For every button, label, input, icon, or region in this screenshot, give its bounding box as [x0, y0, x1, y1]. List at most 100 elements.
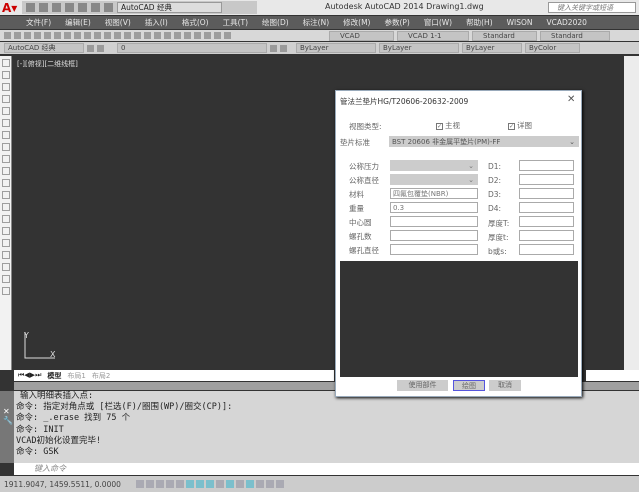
- lineweight-combo[interactable]: ByLayer: [462, 43, 522, 53]
- menu-file[interactable]: 文件(F): [26, 17, 51, 28]
- ortho-icon[interactable]: [166, 480, 174, 488]
- wrench-icon[interactable]: 🔧: [0, 416, 14, 425]
- design-center-icon[interactable]: [174, 32, 181, 39]
- tab-model[interactable]: 模型: [47, 371, 61, 381]
- workspace-combo[interactable]: AutoCAD 经典: [4, 43, 84, 53]
- settings-icon[interactable]: [87, 44, 94, 52]
- dim-style-select[interactable]: VCAD 1-1: [397, 30, 469, 41]
- save-icon[interactable]: [52, 3, 61, 12]
- menu-help[interactable]: 帮助(H): [466, 17, 493, 28]
- redo-icon[interactable]: [114, 32, 121, 39]
- text-style-select[interactable]: VCAD: [329, 30, 394, 41]
- customize-icon[interactable]: [97, 44, 104, 52]
- sc-icon[interactable]: [266, 480, 274, 488]
- open-icon[interactable]: [39, 3, 48, 12]
- osnap-icon[interactable]: [186, 480, 194, 488]
- menu-dimension[interactable]: 标注(N): [303, 17, 329, 28]
- weight-field[interactable]: 0.3: [390, 202, 478, 213]
- zoom-previous-icon[interactable]: [154, 32, 161, 39]
- polyline-icon[interactable]: [2, 83, 10, 91]
- d3-field[interactable]: [519, 188, 574, 199]
- circle-icon[interactable]: [2, 131, 10, 139]
- preview-icon[interactable]: [44, 32, 51, 39]
- detail-view-checkbox[interactable]: ✓ 详图: [508, 120, 532, 131]
- undo-icon[interactable]: [104, 32, 111, 39]
- pan-icon[interactable]: [124, 32, 131, 39]
- copy-icon[interactable]: [74, 32, 81, 39]
- redo-icon[interactable]: [104, 3, 113, 12]
- linetype-combo[interactable]: ByLayer: [379, 43, 459, 53]
- d4-field[interactable]: [519, 202, 574, 213]
- thickness-t-field[interactable]: [519, 216, 574, 227]
- ducs-icon[interactable]: [216, 480, 224, 488]
- ellipse-arc-icon[interactable]: [2, 179, 10, 187]
- paste-icon[interactable]: [84, 32, 91, 39]
- construction-line-icon[interactable]: [2, 71, 10, 79]
- b-or-s-field[interactable]: [519, 244, 574, 255]
- print-icon[interactable]: [78, 3, 87, 12]
- diameter-select[interactable]: ⌄: [390, 174, 478, 185]
- material-field[interactable]: 四氟包覆垫(NBR): [390, 188, 478, 199]
- standard-select[interactable]: BST 20606 非金属平垫片(PM)-FF ⌄: [389, 136, 579, 147]
- menu-parameter[interactable]: 参数(P): [384, 17, 409, 28]
- line-icon[interactable]: [2, 59, 10, 67]
- arc-icon[interactable]: [2, 119, 10, 127]
- publish-icon[interactable]: [54, 32, 61, 39]
- open-icon[interactable]: [14, 32, 21, 39]
- revcloud-icon[interactable]: [2, 143, 10, 151]
- dyn-icon[interactable]: [226, 480, 234, 488]
- multileader-style-select[interactable]: Standard: [540, 30, 610, 41]
- use-part-button[interactable]: 使用部件: [397, 380, 448, 391]
- layer-combo[interactable]: 0: [117, 43, 267, 53]
- spline-icon[interactable]: [2, 155, 10, 163]
- menu-draw[interactable]: 绘图(D): [262, 17, 289, 28]
- tab-layout1[interactable]: 布局1: [67, 371, 85, 381]
- mtext-icon[interactable]: [2, 275, 10, 283]
- bolt-diameter-field[interactable]: [390, 244, 478, 255]
- make-block-icon[interactable]: [2, 203, 10, 211]
- menu-tools[interactable]: 工具(T): [223, 17, 248, 28]
- command-input[interactable]: 键入命令: [14, 463, 639, 475]
- transparency-icon[interactable]: [246, 480, 254, 488]
- tool-palette-icon[interactable]: [184, 32, 191, 39]
- d1-field[interactable]: [519, 160, 574, 171]
- close-icon[interactable]: ✕: [567, 94, 575, 105]
- menu-edit[interactable]: 编辑(E): [65, 17, 91, 28]
- tab-scroll[interactable]: [586, 370, 639, 381]
- polygon-icon[interactable]: [2, 95, 10, 103]
- rectangle-icon[interactable]: [2, 107, 10, 115]
- new-icon[interactable]: [4, 32, 11, 39]
- save-icon[interactable]: [24, 32, 31, 39]
- d2-field[interactable]: [519, 174, 574, 185]
- match-icon[interactable]: [94, 32, 101, 39]
- color-combo[interactable]: ByLayer: [296, 43, 376, 53]
- tab-nav-icon[interactable]: ⏮◀▶⏭: [18, 371, 41, 380]
- close-icon[interactable]: ✕: [0, 391, 14, 416]
- menu-modify[interactable]: 修改(M): [343, 17, 370, 28]
- help-icon[interactable]: [224, 32, 231, 39]
- menu-format[interactable]: 格式(O): [182, 17, 209, 28]
- sheet-set-icon[interactable]: [194, 32, 201, 39]
- infer-icon[interactable]: [136, 480, 144, 488]
- properties-icon[interactable]: [164, 32, 171, 39]
- checkbox-icon[interactable]: ✓: [436, 122, 443, 130]
- plot-icon[interactable]: [34, 32, 41, 39]
- bolt-count-field[interactable]: [390, 230, 478, 241]
- qp-icon[interactable]: [256, 480, 264, 488]
- cut-icon[interactable]: [64, 32, 71, 39]
- draw-button[interactable]: 绘图: [453, 380, 485, 391]
- menu-view[interactable]: 视图(V): [105, 17, 131, 28]
- lwt-icon[interactable]: [236, 480, 244, 488]
- gradient-icon[interactable]: [2, 239, 10, 247]
- new-icon[interactable]: [26, 3, 35, 12]
- autocad-logo-icon[interactable]: A▾: [2, 1, 20, 15]
- table-style-select[interactable]: Standard: [472, 30, 537, 41]
- checkbox-icon[interactable]: ✓: [508, 122, 515, 130]
- hatch-icon[interactable]: [2, 227, 10, 235]
- tab-layout2[interactable]: 布局2: [92, 371, 110, 381]
- menu-vcad2020[interactable]: VCAD2020: [547, 18, 587, 27]
- pressure-select[interactable]: ⌄: [390, 160, 478, 171]
- zoom-window-icon[interactable]: [144, 32, 151, 39]
- workspace-select[interactable]: AutoCAD 经典: [117, 2, 222, 13]
- am-icon[interactable]: [276, 480, 284, 488]
